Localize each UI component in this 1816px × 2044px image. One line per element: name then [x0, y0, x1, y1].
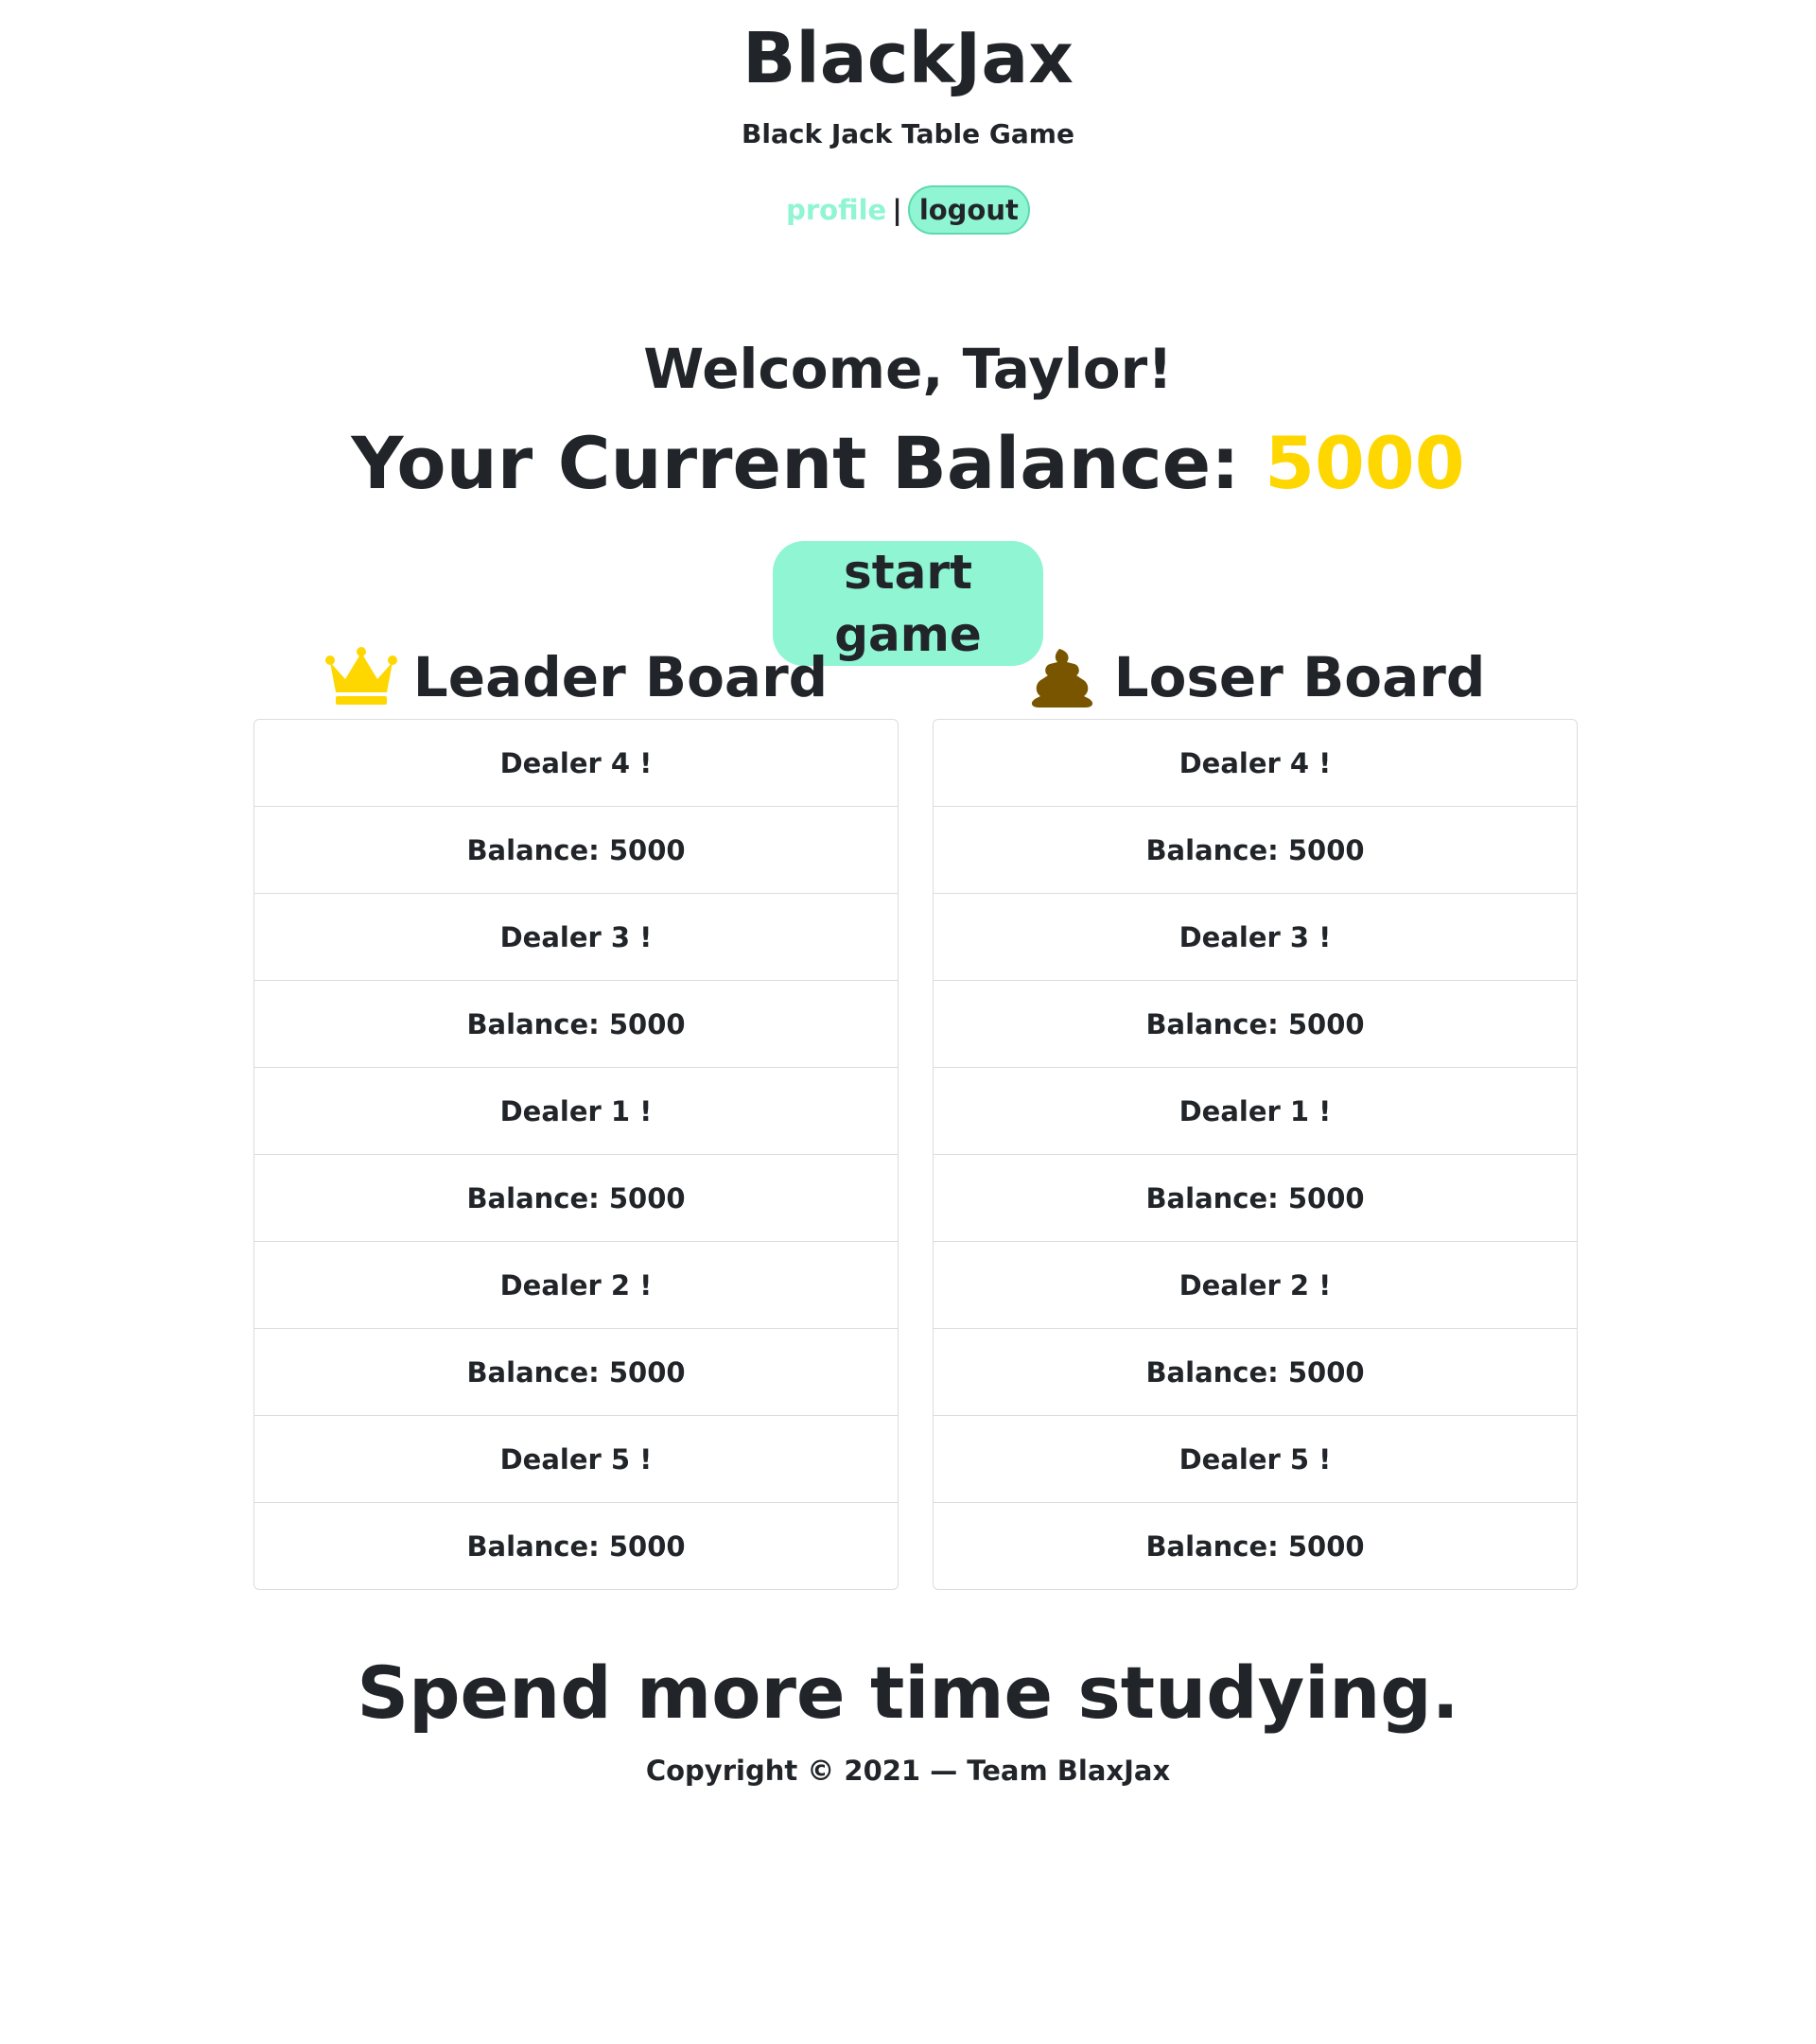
app-subtitle: Black Jack Table Game	[742, 118, 1074, 149]
list-item: Dealer 4 !	[254, 720, 898, 807]
list-item: Dealer 2 !	[934, 1242, 1577, 1329]
nav-separator: |	[892, 194, 902, 226]
balance-value: 5000	[1265, 421, 1465, 505]
footer-tagline: Spend more time studying.	[357, 1651, 1459, 1735]
leader-board-list: Dealer 4 ! Balance: 5000 Dealer 3 ! Balance…	[253, 719, 899, 1590]
poop-icon	[1025, 647, 1099, 708]
list-item: Balance: 5000	[934, 1329, 1577, 1416]
list-item: Balance: 5000	[934, 807, 1577, 894]
list-item: Balance: 5000	[254, 981, 898, 1068]
loser-board-heading: Loser Board	[1113, 645, 1486, 709]
logout-button[interactable]: logout	[907, 185, 1030, 235]
loser-board-title: Loser Board	[933, 636, 1578, 719]
list-item: Balance: 5000	[1145, 1529, 1365, 1563]
list-item: Dealer 1 !	[254, 1068, 898, 1155]
profile-link[interactable]: profile	[786, 194, 886, 226]
list-item: Balance: 5000	[934, 981, 1577, 1068]
app-title: BlackJax	[742, 18, 1074, 99]
list-item: Dealer 4 !	[934, 720, 1577, 807]
list-item: Dealer 2 !	[254, 1242, 898, 1329]
copyright-text: Copyright © 2021 — Team BlaxJax	[645, 1755, 1171, 1787]
top-nav: profile | logout	[0, 185, 1816, 235]
list-item: Balance: 5000	[254, 1155, 898, 1242]
balance-line: Your Current Balance: 5000	[0, 416, 1816, 511]
list-item: Dealer 3 !	[934, 894, 1577, 981]
list-item: Balance: 5000	[254, 1329, 898, 1416]
leader-board-title: Leader Board	[253, 636, 899, 719]
list-item: Balance: 5000	[466, 1529, 686, 1563]
welcome-message: Welcome, Taylor!	[643, 337, 1173, 401]
list-item: Dealer 5 !	[254, 1416, 898, 1503]
list-item: Balance: 5000	[254, 807, 898, 894]
loser-board-list: Dealer 4 ! Balance: 5000 Dealer 3 ! Balance…	[933, 719, 1578, 1590]
balance-label: Your Current Balance:	[351, 421, 1240, 505]
loser-board: Loser Board Dealer 4 ! Balance: 5000 Deale…	[933, 636, 1578, 1590]
list-item: Dealer 3 !	[254, 894, 898, 981]
crown-icon	[324, 647, 398, 708]
leader-board: Leader Board Dealer 4 ! Balance: 5000 Deal…	[253, 636, 899, 1590]
list-item: Dealer 1 !	[934, 1068, 1577, 1155]
list-item: Dealer 5 !	[934, 1416, 1577, 1503]
list-item: Balance: 5000	[934, 1155, 1577, 1242]
leader-board-heading: Leader Board	[412, 645, 829, 709]
